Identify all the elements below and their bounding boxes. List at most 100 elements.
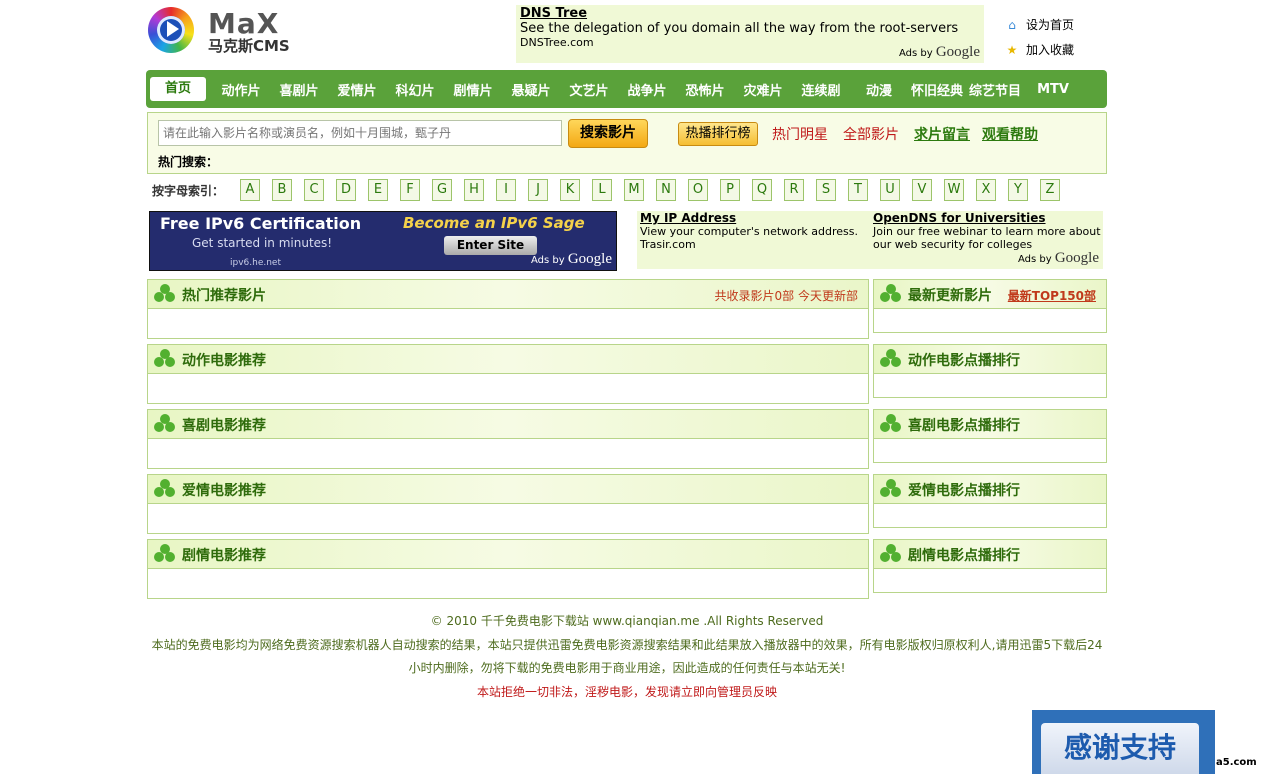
ipv6-subline: Get started in minutes! — [192, 236, 333, 250]
panel-title: 热门推荐影片 — [182, 288, 266, 304]
text-ad-url[interactable]: Trasir.com — [640, 238, 870, 251]
letter-c[interactable]: C — [304, 179, 324, 201]
set-home-link[interactable]: ⌂ 设为首页 — [1004, 12, 1104, 37]
enter-site-button[interactable]: Enter Site — [444, 236, 537, 255]
letter-index-label: 按字母索引： — [152, 183, 225, 198]
nav-series[interactable]: 连续剧 — [792, 80, 850, 99]
search-button[interactable]: 搜索影片 — [568, 119, 648, 148]
panel-title: 剧情电影推荐 — [182, 548, 266, 564]
panel-header: 最新更新影片 最新TOP150部 — [874, 280, 1106, 309]
nav-drama[interactable]: 剧情片 — [444, 80, 502, 99]
panel-header: 动作电影点播排行 — [874, 345, 1106, 374]
clover-icon — [154, 479, 176, 501]
panel-title: 喜剧电影推荐 — [182, 418, 266, 434]
nav-comedy[interactable]: 喜剧片 — [270, 80, 328, 99]
ipv6-sage: Become an IPv6 Sage — [403, 214, 585, 232]
ipv6-banner-ad[interactable]: Free IPv6 Certification Get started in m… — [149, 211, 617, 271]
letter-t[interactable]: T — [848, 179, 868, 201]
text-ad-1[interactable]: My IP Address View your computer's netwo… — [640, 212, 870, 252]
text-ad-title[interactable]: My IP Address — [640, 212, 870, 225]
panel-header: 剧情电影点播排行 — [874, 540, 1106, 569]
letter-u[interactable]: U — [880, 179, 900, 201]
nav-horror[interactable]: 恐怖片 — [676, 80, 734, 99]
top-text-ad[interactable]: DNS Tree See the delegation of you domai… — [516, 5, 984, 63]
letter-e[interactable]: E — [368, 179, 388, 201]
home-icon: ⌂ — [1008, 17, 1016, 32]
nav-home[interactable]: 首页 — [150, 77, 206, 101]
ipv6-url: ipv6.he.net — [230, 258, 281, 268]
nav-mtv[interactable]: MTV — [1024, 82, 1082, 97]
nav-scifi[interactable]: 科幻片 — [386, 80, 444, 99]
ads-by-google[interactable]: Ads by Google — [899, 44, 980, 61]
letter-r[interactable]: R — [784, 179, 804, 201]
letter-p[interactable]: P — [720, 179, 740, 201]
letter-index: 按字母索引： A B C D E F G H I J K L M N O P Q… — [152, 179, 1072, 201]
search-input[interactable] — [158, 120, 562, 146]
nav-art[interactable]: 文艺片 — [560, 80, 618, 99]
clover-icon — [880, 349, 902, 371]
letter-y[interactable]: Y — [1008, 179, 1028, 201]
nav-disaster[interactable]: 灾难片 — [734, 80, 792, 99]
letter-o[interactable]: O — [688, 179, 708, 201]
logo-subtitle: 马克斯CMS — [208, 37, 290, 55]
letter-i[interactable]: I — [496, 179, 516, 201]
add-favorite-link[interactable]: ★ 加入收藏 — [1004, 37, 1104, 62]
panel-header: 爱情电影点播排行 — [874, 475, 1106, 504]
watermark: a5.com — [1216, 757, 1257, 768]
panel-title: 最新更新影片 — [908, 288, 992, 304]
letter-n[interactable]: N — [656, 179, 676, 201]
nav-classic[interactable]: 怀旧经典 — [908, 80, 966, 99]
letter-v[interactable]: V — [912, 179, 932, 201]
drama-recommend-panel: 剧情电影推荐 — [147, 539, 869, 599]
romance-rank-panel: 爱情电影点播排行 — [873, 474, 1107, 528]
nav-action[interactable]: 动作片 — [212, 80, 270, 99]
letter-b[interactable]: B — [272, 179, 292, 201]
hot-stars-link[interactable]: 热门明星 — [772, 124, 828, 144]
letter-j[interactable]: J — [528, 179, 548, 201]
panel-title: 动作电影推荐 — [182, 353, 266, 369]
top150-link[interactable]: 最新TOP150部 — [1008, 287, 1096, 304]
nav-anime[interactable]: 动漫 — [850, 80, 908, 99]
letter-m[interactable]: M — [624, 179, 644, 201]
romance-recommend-panel: 爱情电影推荐 — [147, 474, 869, 534]
letter-z[interactable]: Z — [1040, 179, 1060, 201]
clover-icon — [880, 544, 902, 566]
letter-q[interactable]: Q — [752, 179, 772, 201]
drama-rank-panel: 剧情电影点播排行 — [873, 539, 1107, 593]
panel-title: 爱情电影点播排行 — [908, 483, 1020, 499]
letter-l[interactable]: L — [592, 179, 612, 201]
ads-by-google[interactable]: Ads by Google — [531, 251, 612, 268]
letter-x[interactable]: X — [976, 179, 996, 201]
letter-h[interactable]: H — [464, 179, 484, 201]
thanks-badge[interactable]: 感谢支持 — [1032, 710, 1215, 774]
letter-g[interactable]: G — [432, 179, 452, 201]
letter-k[interactable]: K — [560, 179, 580, 201]
ad-description: See the delegation of you domain all the… — [520, 21, 959, 36]
nav-war[interactable]: 战争片 — [618, 80, 676, 99]
hot-search-label: 热门搜索： — [158, 155, 219, 169]
panel-title: 剧情电影点播排行 — [908, 548, 1020, 564]
panel-title: 动作电影点播排行 — [908, 353, 1020, 369]
hot-rank-button[interactable]: 热播排行榜 — [678, 122, 758, 146]
ads-by-google[interactable]: Ads by Google — [1018, 250, 1099, 267]
ad-title[interactable]: DNS Tree — [520, 6, 980, 21]
all-movies-link[interactable]: 全部影片 — [843, 124, 899, 144]
letter-f[interactable]: F — [400, 179, 420, 201]
letter-s[interactable]: S — [816, 179, 836, 201]
text-ad-title[interactable]: OpenDNS for Universities — [873, 212, 1103, 225]
nav-variety[interactable]: 综艺节目 — [966, 80, 1024, 99]
letter-w[interactable]: W — [944, 179, 964, 201]
request-movie-link[interactable]: 求片留言 — [914, 124, 970, 144]
text-ads: My IP Address View your computer's netwo… — [637, 211, 1103, 269]
site-logo[interactable]: MaX 马克斯CMS — [146, 5, 306, 57]
letter-d[interactable]: D — [336, 179, 356, 201]
text-ad-2[interactable]: OpenDNS for Universities Join our free w… — [873, 212, 1103, 252]
letter-a[interactable]: A — [240, 179, 260, 201]
comedy-recommend-panel: 喜剧电影推荐 — [147, 409, 869, 469]
nav-romance[interactable]: 爱情片 — [328, 80, 386, 99]
nav-suspense[interactable]: 悬疑片 — [502, 80, 560, 99]
search-panel: 搜索影片 热播排行榜 热门明星 全部影片 求片留言 观看帮助 热门搜索： — [147, 112, 1107, 174]
help-link[interactable]: 观看帮助 — [982, 124, 1038, 144]
panel-header: 爱情电影推荐 — [148, 475, 868, 504]
clover-icon — [154, 284, 176, 306]
